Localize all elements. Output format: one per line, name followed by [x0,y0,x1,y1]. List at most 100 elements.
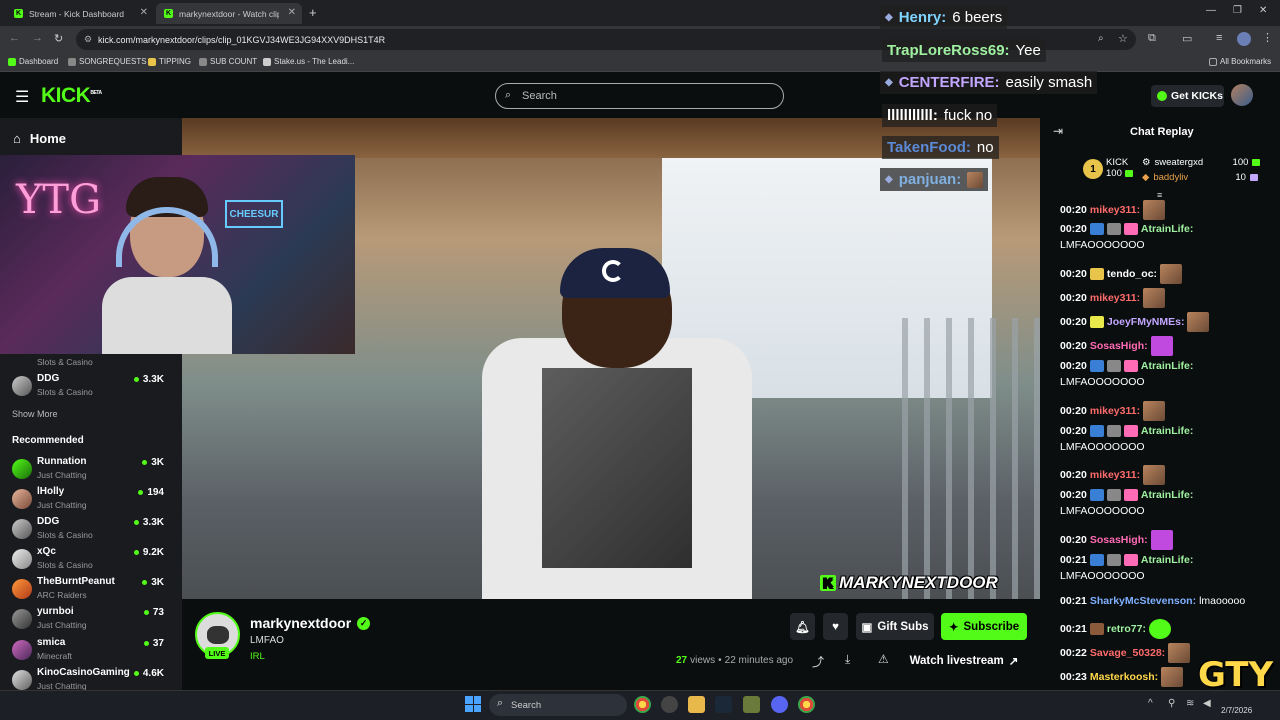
close-tab-icon[interactable]: ✕ [140,7,148,18]
wifi-icon[interactable]: ≋ [1186,698,1194,709]
chrome-icon-secondary[interactable] [798,696,815,713]
kick-logo[interactable]: KICKBETA [41,84,102,108]
sidebar-item-kinocasinogaming[interactable]: KinoCasinoGaming Just Chatting 4.6K [12,667,172,690]
back-icon[interactable]: ← [9,32,20,44]
sidebar-home[interactable]: ⌂ Home [13,131,66,146]
chat-message-continuation: LMFAOOOOOOO [1060,570,1145,582]
taskbar-date[interactable]: 2/7/2026 [1221,706,1252,715]
channel-name-row[interactable]: markynextdoor ✓ [250,615,371,631]
close-tab-icon[interactable]: ✕ [288,7,296,18]
message-time: 00:20 [1060,268,1087,280]
sidebar-item-runnation[interactable]: Runnation Just Chatting 3K [12,456,172,484]
sidebar-item-yurnboi[interactable]: yurnboi Just Chatting 73 [12,606,172,634]
bookmark-sub-count[interactable]: SUB COUNT [199,57,257,66]
badge-icon: ⚙ [1142,157,1151,168]
leaderboard-second[interactable]: ⚙ sweatergxd 100 [1142,157,1261,168]
logo-text: KICK [41,84,91,107]
windows-start-icon[interactable] [465,696,481,712]
file-explorer-icon[interactable] [688,696,705,713]
gift-subs-button[interactable]: ▣ Gift Subs [856,613,934,640]
sidebar-item-theburntpeanut[interactable]: TheBurntPeanut ARC Raiders 3K [12,576,172,604]
sidebar-item-lholly[interactable]: lHolly Just Chatting 194 [12,486,172,514]
channel-name: TheBurntPeanut [37,576,115,587]
hamburger-menu-icon[interactable]: ☰ [15,87,29,107]
user-avatar[interactable] [1231,84,1253,106]
subscribe-label: Subscribe [963,620,1020,633]
new-tab-icon[interactable]: + [309,5,317,20]
message-user[interactable]: tendo_oc: [1107,268,1157,280]
maximize-icon[interactable]: ❐ [1233,5,1242,16]
verified-badge-icon: ✓ [357,616,371,630]
sidebar-item-ddg[interactable]: DDG Slots & Casino 3.3K [12,373,172,401]
message-user[interactable]: mikey311: [1090,204,1140,216]
search-input[interactable]: ⌕ Search [495,83,784,109]
minimize-icon[interactable]: — [1206,5,1216,16]
bookmark-dashboard[interactable]: Dashboard [8,57,58,66]
message-user[interactable]: AtrainLife: [1141,554,1194,566]
profile-avatar[interactable] [1237,32,1251,46]
message-user[interactable]: SharkyMcStevenson: [1090,595,1196,607]
sidebar-item-smica[interactable]: smica Minecraft 37 [12,637,172,665]
gift-icon: ▣ [861,621,873,634]
close-window-icon[interactable]: ✕ [1259,5,1267,16]
taskbar-search[interactable]: ⌕ Search [489,694,627,716]
follow-button[interactable]: ♥ [823,613,848,640]
all-bookmarks[interactable]: All Bookmarks [1209,57,1271,66]
message-user[interactable]: mikey311: [1090,405,1140,417]
forward-icon[interactable]: → [32,32,43,44]
message-user[interactable]: AtrainLife: [1141,360,1194,372]
tab-title: Stream - Kick Dashboard [29,8,124,19]
steam-icon[interactable] [715,696,732,713]
share-icon[interactable]: ⤴ [812,653,824,670]
message-user[interactable]: mikey311: [1090,292,1140,304]
tray-chevron-icon[interactable]: ^ [1148,698,1153,709]
obs-icon[interactable] [661,696,678,713]
cast-icon[interactable]: ▭ [1182,32,1192,45]
leaderboard-third[interactable]: ◆ baddyliv 10 [1142,172,1258,183]
discord-icon[interactable] [771,696,788,713]
volume-icon[interactable]: ◀ [1203,698,1211,709]
minecraft-icon[interactable] [743,696,760,713]
category-link[interactable]: IRL [250,651,265,662]
chrome-icon[interactable] [634,696,651,713]
message-user[interactable]: retro77: [1107,623,1146,635]
extensions-icon[interactable]: ⧉ [1148,32,1156,45]
reload-icon[interactable]: ↻ [54,32,63,45]
download-icon[interactable]: ⤓ [845,652,850,667]
message-user[interactable]: AtrainLife: [1141,489,1194,501]
subscribe-button[interactable]: ✦ Subscribe [941,613,1027,640]
site-info-icon[interactable]: ⚙ [84,34,92,45]
bookmark-stake[interactable]: Stake.us - The Leadi... [263,57,354,66]
show-more-link[interactable]: Show More [12,409,58,419]
collapse-chat-icon[interactable]: ⇥ [1053,124,1063,138]
media-icon[interactable]: ≡ [1216,32,1222,44]
watch-livestream-button[interactable]: Watch livestream ↗ [902,647,1026,674]
notification-button[interactable]: 🔔︎ [790,613,815,640]
report-icon[interactable]: ⚠ [878,652,889,666]
message-user[interactable]: Masterkoosh: [1090,671,1158,683]
message-user[interactable]: JoeyFMyNMEs: [1107,316,1185,328]
channel-name: smica [37,637,66,648]
microphone-icon[interactable]: ⚲ [1168,698,1175,709]
overlay-message: Yee [1015,42,1041,59]
message-time: 00:20 [1060,425,1087,437]
message-user[interactable]: SosasHigh: [1090,534,1148,546]
bookmark-star-icon[interactable]: ☆ [1118,32,1128,45]
message-user[interactable]: mikey311: [1090,469,1140,481]
channel-category: Slots & Casino [37,560,93,570]
bookmark-songrequests[interactable]: SONGREQUESTS [68,57,147,66]
tab-kick-dashboard[interactable]: K Stream - Kick Dashboard ✕ [6,3,154,24]
bookmark-tipping[interactable]: TIPPING [148,57,191,66]
message-user[interactable]: SosasHigh: [1090,340,1148,352]
browser-menu-icon[interactable]: ⋮ [1262,31,1273,44]
get-kicks-button[interactable]: Get KICKs [1151,85,1224,107]
sidebar-item-xqc[interactable]: xQc Slots & Casino 9.2K [12,546,172,574]
message-user[interactable]: Savage_50328: [1090,647,1165,659]
chat-scroll-icon[interactable]: ≡ [1157,190,1162,200]
leaderboard-first[interactable]: KICK 100 [1106,157,1133,179]
message-user[interactable]: AtrainLife: [1141,223,1194,235]
tab-watch-clip[interactable]: K markynextdoor - Watch clip ✕ [156,3,302,24]
zoom-icon[interactable]: ⌕ [1098,33,1104,44]
message-user[interactable]: AtrainLife: [1141,425,1194,437]
sidebar-item-ddg-recommended[interactable]: DDG Slots & Casino 3.3K [12,516,172,544]
